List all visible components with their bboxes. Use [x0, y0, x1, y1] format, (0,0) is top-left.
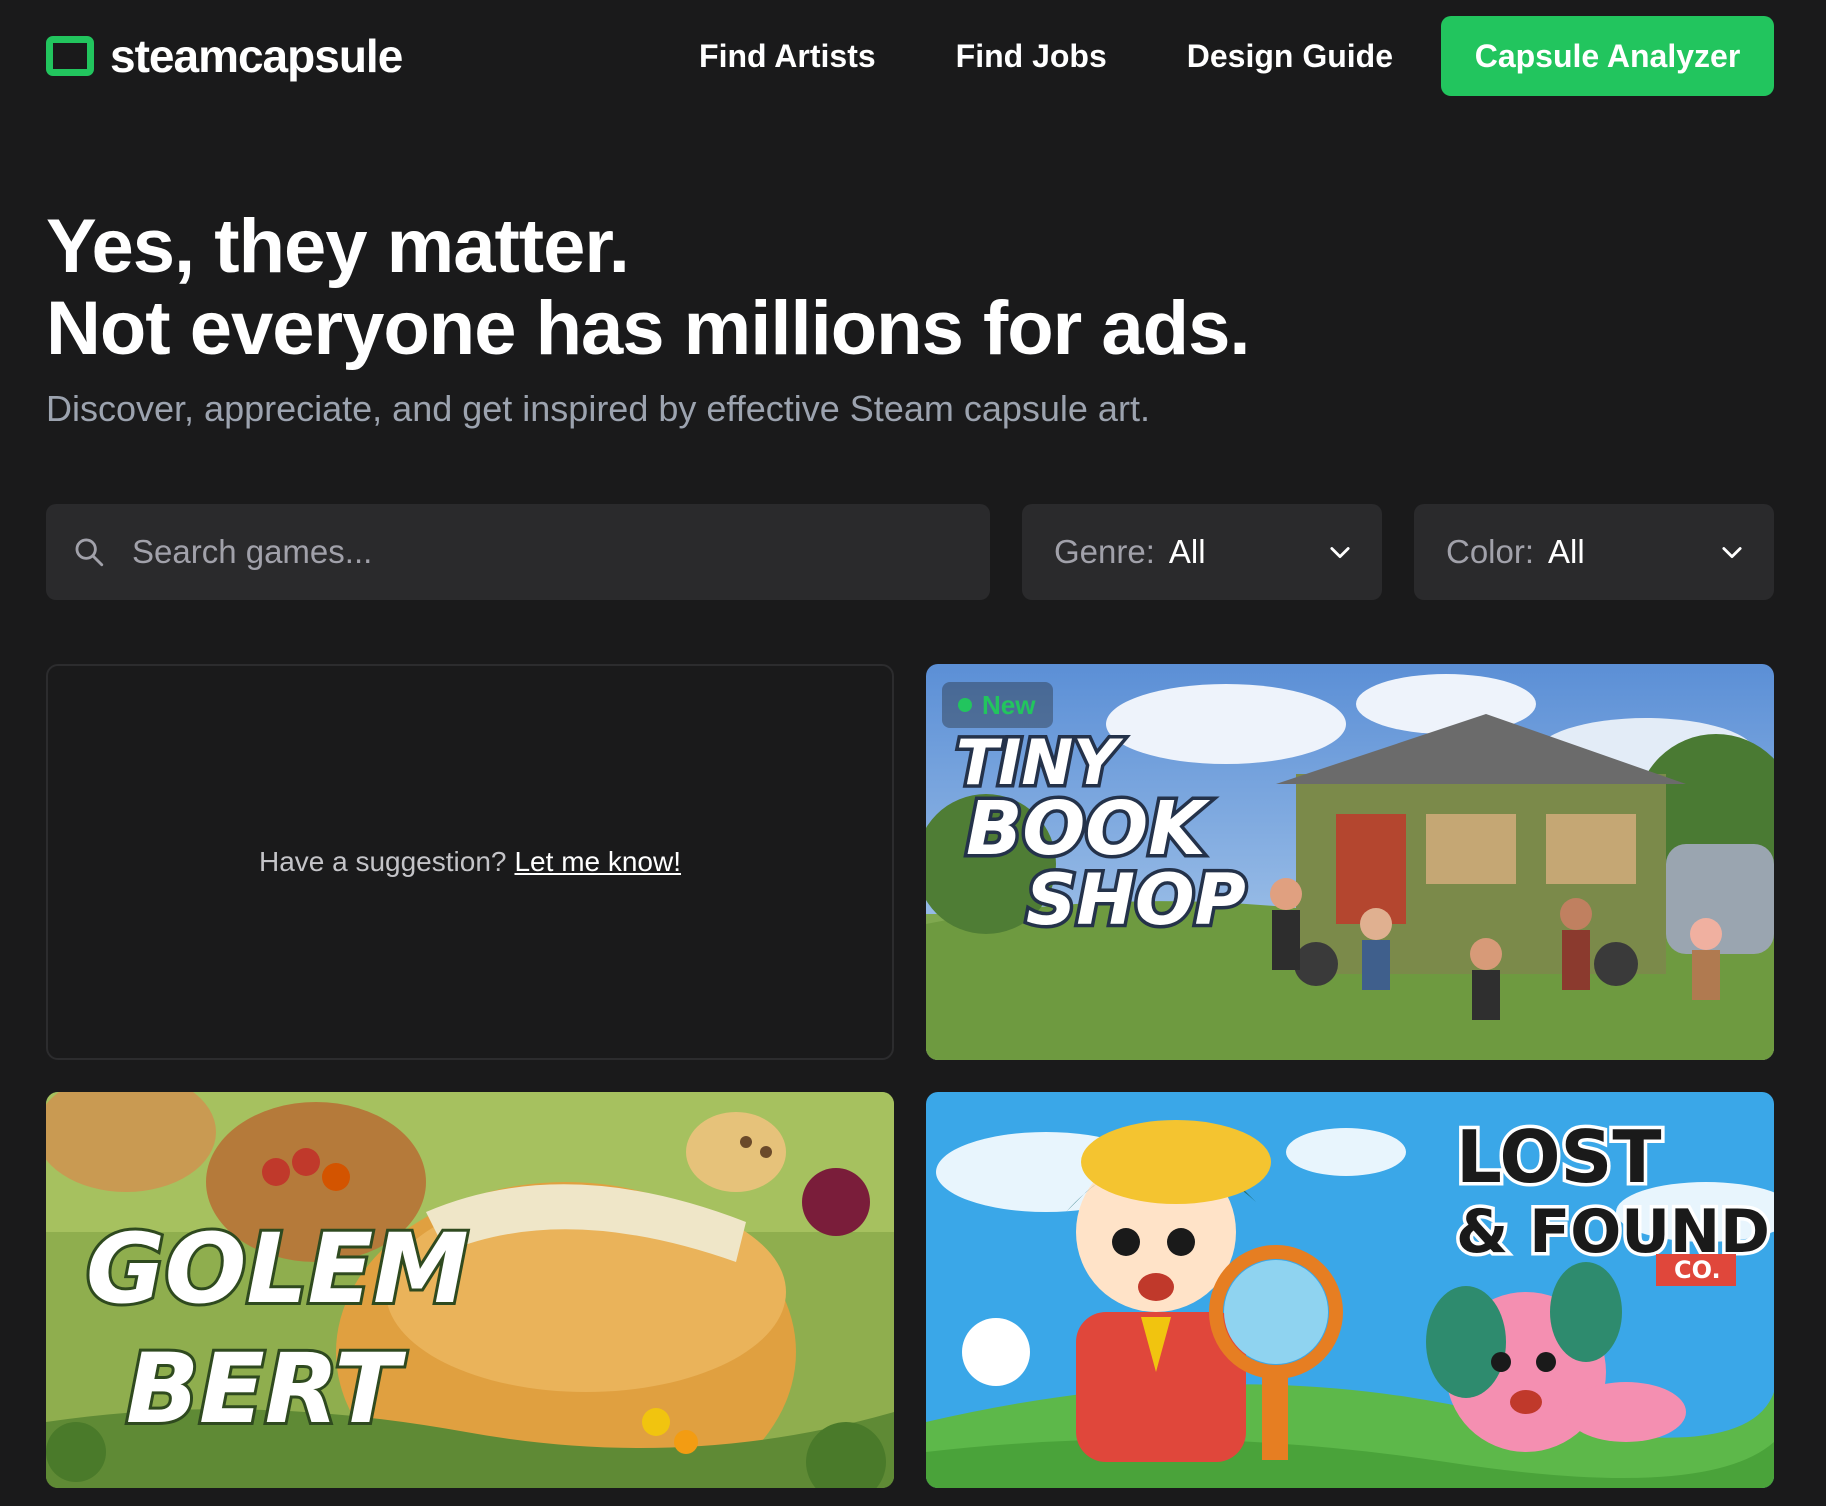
search-icon — [75, 538, 104, 567]
search-input[interactable] — [130, 522, 990, 582]
site-header: steamcapsule Find Artists Find Jobs Desi… — [0, 0, 1826, 112]
capsule-analyzer-button[interactable]: Capsule Analyzer — [1441, 16, 1774, 96]
status-dot-icon — [958, 698, 972, 712]
brand-name: steamcapsule — [110, 30, 403, 82]
game-card-tiny-book-shop[interactable]: TINY BOOK SHOP New — [926, 664, 1774, 1060]
nav-find-artists[interactable]: Find Artists — [699, 38, 876, 75]
suggestion-text: Have a suggestion? — [258, 846, 507, 877]
capsule-art-golembert: GOLEM BERT — [46, 1092, 894, 1488]
hero-title: Yes, they matter. Not everyone has milli… — [46, 204, 1250, 371]
chevron-down-icon — [1330, 547, 1350, 559]
logo-line: BERT — [126, 1333, 406, 1445]
hero-title-line-2: Not everyone has millions for ads. — [46, 286, 1250, 371]
logo-line: CO. — [1674, 1256, 1721, 1284]
color-select[interactable]: Color: All — [1414, 504, 1774, 600]
genre-value: All — [1168, 533, 1206, 570]
chevron-down-icon — [1722, 547, 1742, 559]
color-label: Color: — [1446, 533, 1535, 570]
capsule-art-tiny-book-shop: TINY BOOK SHOP — [926, 664, 1774, 1060]
genre-label: Genre: — [1054, 533, 1155, 570]
main-nav: Find Artists Find Jobs Design Guide Caps… — [699, 16, 1774, 96]
logo-line: LOST — [1456, 1115, 1662, 1199]
brand-square-icon — [46, 36, 94, 76]
game-card-lost-and-found-co[interactable]: LOST & FOUND CO. — [926, 1092, 1774, 1488]
genre-select[interactable]: Genre: All — [1022, 504, 1382, 600]
logo-line: GOLEM — [86, 1213, 469, 1325]
capsule-art-lost-and-found-co: LOST & FOUND CO. — [926, 1092, 1774, 1488]
search-box — [46, 504, 990, 600]
hero-title-line-1: Yes, they matter. — [46, 204, 630, 289]
game-card-golembert[interactable]: GOLEM BERT — [46, 1092, 894, 1488]
new-badge: New — [942, 682, 1054, 728]
logo-line: SHOP — [1026, 859, 1246, 941]
suggestion-card: Have a suggestion? Let me know! — [46, 664, 894, 1060]
new-badge-label: New — [982, 689, 1036, 720]
hero-subtitle: Discover, appreciate, and get inspired b… — [46, 388, 1150, 429]
color-value: All — [1548, 533, 1585, 570]
brand-logo-link[interactable]: steamcapsule — [46, 30, 403, 82]
suggestion-link[interactable]: Let me know! — [514, 846, 681, 878]
nav-design-guide[interactable]: Design Guide — [1187, 38, 1393, 75]
nav-find-jobs[interactable]: Find Jobs — [956, 38, 1107, 75]
